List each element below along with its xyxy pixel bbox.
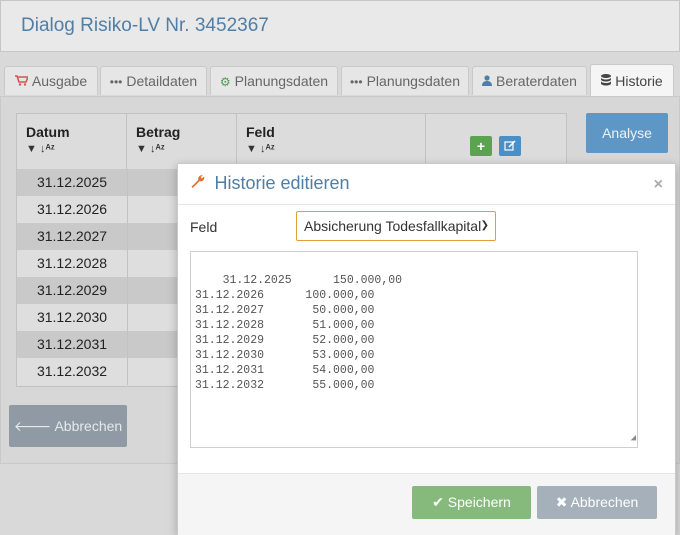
tab-historie[interactable]: Historie bbox=[590, 64, 674, 97]
save-button[interactable]: ✔ Speichern bbox=[412, 486, 531, 519]
history-textarea[interactable]: 31.12.2025 150.000,00 31.12.2026 100.000… bbox=[190, 251, 638, 448]
analyse-button[interactable]: Analyse bbox=[586, 113, 668, 153]
filter-sort-icon[interactable]: ▼ ↓ᴬᶻ bbox=[246, 143, 425, 155]
gear-icon: ⚙ bbox=[219, 75, 231, 89]
filter-sort-icon[interactable]: ▼ ↓ᴬᶻ bbox=[26, 143, 126, 155]
check-icon: ✔ bbox=[432, 494, 444, 510]
close-icon: ✖ bbox=[555, 494, 568, 510]
tab-bar: Ausgabe ••• Detaildaten ⚙ Planungsdaten ••… bbox=[0, 64, 680, 97]
column-header-label: Feld bbox=[246, 124, 275, 140]
database-icon bbox=[601, 66, 612, 98]
cancel-label: Abbrechen bbox=[570, 494, 639, 510]
amount-cell bbox=[127, 196, 178, 223]
column-header-label: Datum bbox=[26, 124, 70, 140]
add-icon[interactable]: + bbox=[470, 136, 492, 156]
dialog-title: Historie editieren bbox=[190, 173, 350, 194]
page-header: Dialog Risiko-LV Nr. 3452367 bbox=[0, 0, 680, 52]
arrow-left-icon: 🡐 bbox=[13, 418, 52, 434]
tab-label: Planungsdaten bbox=[366, 73, 461, 89]
save-label: Speichern bbox=[447, 494, 511, 510]
amount-cell bbox=[127, 358, 178, 385]
column-header-feld[interactable]: Feld ▼ ↓ᴬᶻ bbox=[237, 114, 426, 169]
dialog-title-text: Historie editieren bbox=[214, 173, 350, 193]
resize-grip-icon[interactable]: ◢ bbox=[631, 431, 636, 446]
tab-planungsdaten[interactable]: ⚙ Planungsdaten bbox=[210, 66, 338, 95]
date-cell: 31.12.2028 bbox=[17, 250, 128, 277]
amount-cell bbox=[127, 304, 178, 331]
page-title: Dialog Risiko-LV Nr. 3452367 bbox=[21, 15, 269, 36]
edit-icon[interactable] bbox=[499, 136, 521, 156]
background-cancel-label: Abbrechen bbox=[54, 418, 123, 434]
date-cell: 31.12.2029 bbox=[17, 277, 128, 304]
cancel-button[interactable]: ✖ Abbrechen bbox=[537, 486, 657, 519]
history-edit-dialog: Historie editieren × Feld Absicherung To… bbox=[177, 163, 676, 535]
tab-label: Beraterdaten bbox=[496, 73, 577, 89]
dialog-header: Historie editieren × bbox=[178, 164, 675, 205]
background-cancel-button[interactable]: 🡐 Abbrechen bbox=[9, 405, 127, 447]
chevron-down-icon: ❯ bbox=[480, 220, 489, 231]
tab-planungsdaten-2[interactable]: ••• Planungsdaten bbox=[341, 66, 469, 95]
field-label: Feld bbox=[190, 219, 218, 235]
column-header-actions: + bbox=[426, 114, 566, 169]
amount-cell bbox=[127, 331, 178, 358]
tab-label: Planungsdaten bbox=[234, 73, 329, 89]
tab-ausgabe[interactable]: Ausgabe bbox=[4, 66, 98, 95]
ellipsis-icon: ••• bbox=[349, 75, 363, 89]
history-textarea-content: 31.12.2025 150.000,00 31.12.2026 100.000… bbox=[195, 274, 403, 392]
field-select[interactable]: Absicherung Todesfallkapital ❯ bbox=[296, 211, 496, 241]
date-cell: 31.12.2026 bbox=[17, 196, 128, 223]
tab-beraterdaten[interactable]: Beraterdaten bbox=[472, 66, 587, 95]
amount-cell bbox=[127, 277, 178, 304]
amount-cell bbox=[127, 169, 178, 196]
field-select-value: Absicherung Todesfallkapital bbox=[304, 218, 482, 234]
tab-label: Detaildaten bbox=[126, 73, 198, 89]
date-cell: 31.12.2027 bbox=[17, 223, 128, 250]
column-header-betrag[interactable]: Betrag ▼ ↓ᴬᶻ bbox=[127, 114, 237, 169]
user-icon bbox=[482, 68, 493, 97]
date-cell: 31.12.2032 bbox=[17, 358, 128, 385]
tab-label: Historie bbox=[615, 73, 663, 89]
column-header-label: Betrag bbox=[136, 124, 181, 140]
date-cell: 31.12.2031 bbox=[17, 331, 128, 358]
amount-cell bbox=[127, 223, 178, 250]
filter-sort-icon[interactable]: ▼ ↓ᴬᶻ bbox=[136, 143, 236, 155]
date-cell: 31.12.2030 bbox=[17, 304, 128, 331]
date-cell: 31.12.2025 bbox=[17, 169, 128, 196]
amount-cell bbox=[127, 250, 178, 277]
tab-label: Ausgabe bbox=[31, 73, 88, 89]
cart-icon bbox=[14, 68, 30, 97]
column-header-datum[interactable]: Datum ▼ ↓ᴬᶻ bbox=[17, 114, 127, 169]
close-icon[interactable]: × bbox=[654, 176, 663, 194]
tab-detaildaten[interactable]: ••• Detaildaten bbox=[100, 66, 207, 95]
ellipsis-icon: ••• bbox=[109, 75, 123, 89]
dialog-footer: ✔ Speichern ✖ Abbrechen bbox=[178, 473, 675, 535]
wrench-icon bbox=[190, 175, 209, 193]
